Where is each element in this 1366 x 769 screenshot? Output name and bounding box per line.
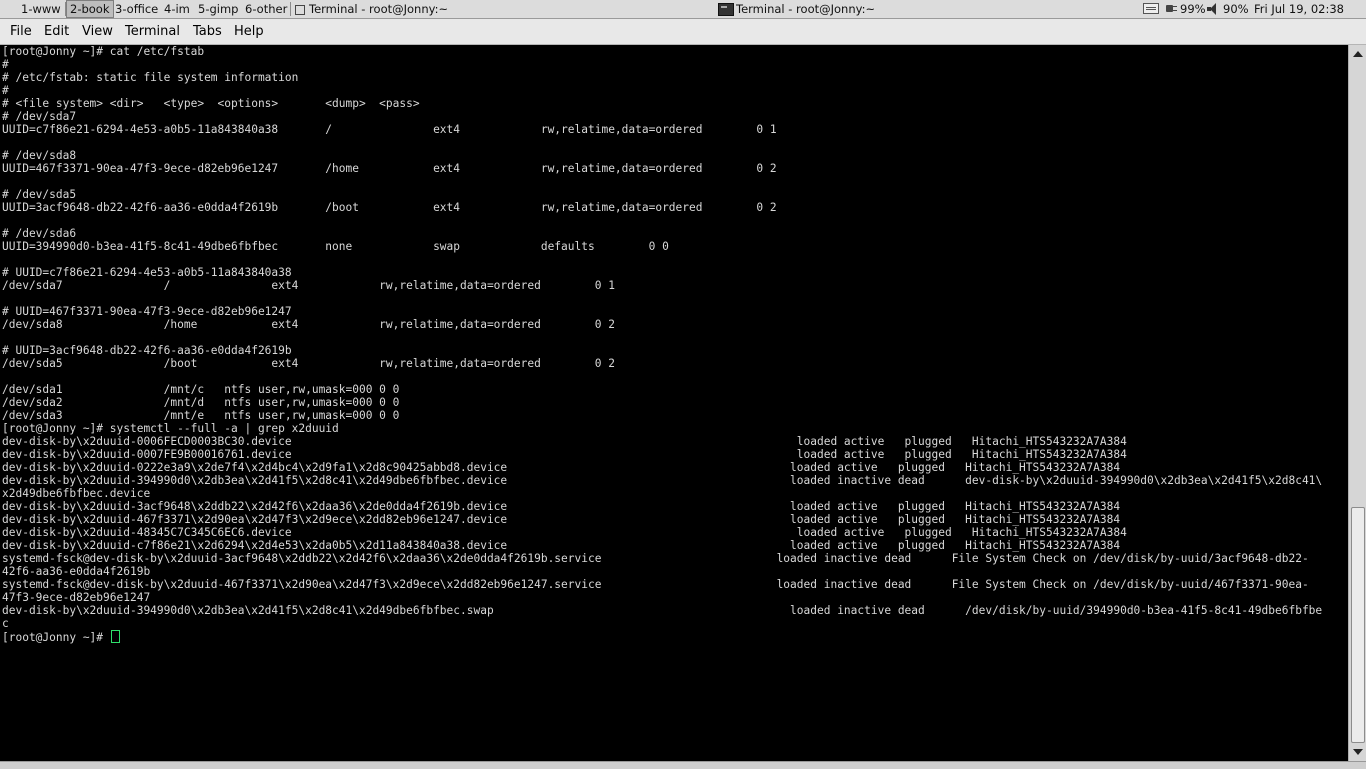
terminal-line: /dev/sda8 /home ext4 rw,relatime,data=or… <box>2 318 615 331</box>
menu-terminal[interactable]: Terminal <box>125 24 180 39</box>
clock[interactable]: Fri Jul 19, 02:38 <box>1254 0 1344 18</box>
terminal-line: systemd-fsck@dev-disk-by\x2duuid-3acf964… <box>2 552 1309 565</box>
terminal-line: # <file system> <dir> <type> <options> <… <box>2 97 420 110</box>
terminal-line: dev-disk-by\x2duuid-48345C7C345C6EC6.dev… <box>2 526 1127 539</box>
terminal-line: /dev/sda2 /mnt/d ntfs user,rw,umask=000 … <box>2 396 400 409</box>
terminal-line: dev-disk-by\x2duuid-c7f86e21\x2d6294\x2d… <box>2 539 1121 552</box>
workspace-2-book[interactable]: 2-book <box>66 0 114 18</box>
terminal-line: # UUID=c7f86e21-6294-4e53-a0b5-11a843840… <box>2 266 292 279</box>
terminal-line: dev-disk-by\x2duuid-394990d0\x2db3ea\x2d… <box>2 604 1323 617</box>
terminal-line: /dev/sda1 /mnt/c ntfs user,rw,umask=000 … <box>2 383 400 396</box>
terminal-menubar: File Edit View Terminal Tabs Help <box>0 19 1366 45</box>
terminal-line: dev-disk-by\x2duuid-3acf9648\x2ddb22\x2d… <box>2 500 1121 513</box>
terminal-line: # /dev/sda8 <box>2 149 77 162</box>
terminal-line: x2d49dbe6fbfbec.device <box>2 487 151 500</box>
terminal-line: # /dev/sda5 <box>2 188 77 201</box>
window-title-prefix-icon <box>295 4 305 15</box>
terminal-line: UUID=3acf9648-db22-42f6-aa36-e0dda4f2619… <box>2 201 777 214</box>
terminal-line: # <box>2 84 9 97</box>
menu-file[interactable]: File <box>10 24 32 39</box>
workspace-4-im[interactable]: 4-im <box>161 1 193 17</box>
terminal-line: # /etc/fstab: static file system informa… <box>2 71 299 84</box>
terminal-line: # UUID=467f3371-90ea-47f3-9ece-d82eb96e1… <box>2 305 292 318</box>
volume-level: 90% <box>1223 2 1249 16</box>
terminal-line: UUID=c7f86e21-6294-4e53-a0b5-11a843840a3… <box>2 123 777 136</box>
panel-separator <box>290 2 291 16</box>
terminal-line: /dev/sda5 /boot ext4 rw,relatime,data=or… <box>2 357 615 370</box>
terminal-scrollbar[interactable] <box>1348 45 1366 761</box>
terminal-line: [root@Jonny ~]# systemctl --full -a | gr… <box>2 422 339 435</box>
scrollbar-thumb[interactable] <box>1351 507 1365 743</box>
workspace-6-other[interactable]: 6-other <box>242 1 290 17</box>
workspace-3-office[interactable]: 3-office <box>112 1 161 17</box>
terminal-line: 47f3-9ece-d82eb96e1247 <box>2 591 151 604</box>
terminal-line: systemd-fsck@dev-disk-by\x2duuid-467f337… <box>2 578 1309 591</box>
menu-tabs[interactable]: Tabs <box>193 24 222 39</box>
menu-edit[interactable]: Edit <box>44 24 69 39</box>
scroll-down-arrow-icon[interactable] <box>1353 749 1363 755</box>
top-panel: 1-www 2-book 3-office 4-im 5-gimp 6-othe… <box>0 0 1366 19</box>
menu-help[interactable]: Help <box>234 24 264 39</box>
active-window-title-text: Terminal - root@Jonny:~ <box>309 2 449 16</box>
menu-view[interactable]: View <box>82 24 113 39</box>
terminal-output[interactable]: [root@Jonny ~]# cat /etc/fstab # # /etc/… <box>0 45 1348 761</box>
terminal-line: # UUID=3acf9648-db22-42f6-aa36-e0dda4f26… <box>2 344 292 357</box>
terminal-line: UUID=467f3371-90ea-47f3-9ece-d82eb96e124… <box>2 162 777 175</box>
terminal-line: [root@Jonny ~]# cat /etc/fstab <box>2 45 205 58</box>
scroll-up-arrow-icon[interactable] <box>1353 51 1363 57</box>
taskbar-item-label: Terminal - root@Jonny:~ <box>736 2 876 16</box>
terminal-line: dev-disk-by\x2duuid-0006FECD0003BC30.dev… <box>2 435 1127 448</box>
terminal-text: [root@Jonny ~]# cat /etc/fstab # # /etc/… <box>0 45 1348 644</box>
taskbar-item-terminal[interactable]: Terminal - root@Jonny:~ <box>716 0 875 18</box>
keyboard-icon[interactable] <box>1143 3 1159 14</box>
terminal-icon <box>718 3 734 16</box>
terminal-line: UUID=394990d0-b3ea-41f5-8c41-49dbe6fbfbe… <box>2 240 669 253</box>
terminal-line: dev-disk-by\x2duuid-0222e3a9\x2de7f4\x2d… <box>2 461 1121 474</box>
terminal-line: dev-disk-by\x2duuid-0007FE9B00016761.dev… <box>2 448 1127 461</box>
terminal-line: c <box>2 617 9 630</box>
terminal-line: dev-disk-by\x2duuid-467f3371\x2d90ea\x2d… <box>2 513 1121 526</box>
workspace-5-gimp[interactable]: 5-gimp <box>195 1 241 17</box>
volume-icon[interactable] <box>1207 3 1221 15</box>
battery-level: 99% <box>1180 2 1206 16</box>
terminal-line: 42f6-aa36-e0dda4f2619b <box>2 565 151 578</box>
terminal-line: # /dev/sda6 <box>2 227 77 240</box>
terminal-line: /dev/sda7 / ext4 rw,relatime,data=ordere… <box>2 279 615 292</box>
terminal-prompt: [root@Jonny ~]# <box>2 631 110 644</box>
power-plug-icon[interactable] <box>1163 4 1177 13</box>
terminal-line: /dev/sda3 /mnt/e ntfs user,rw,umask=000 … <box>2 409 400 422</box>
terminal-cursor <box>110 630 120 643</box>
terminal-line: # /dev/sda7 <box>2 110 77 123</box>
active-window-title: Terminal - root@Jonny:~ <box>295 0 448 18</box>
workspace-1-www[interactable]: 1-www <box>18 1 64 17</box>
terminal-line: dev-disk-by\x2duuid-394990d0\x2db3ea\x2d… <box>2 474 1323 487</box>
terminal-line: # <box>2 58 9 71</box>
